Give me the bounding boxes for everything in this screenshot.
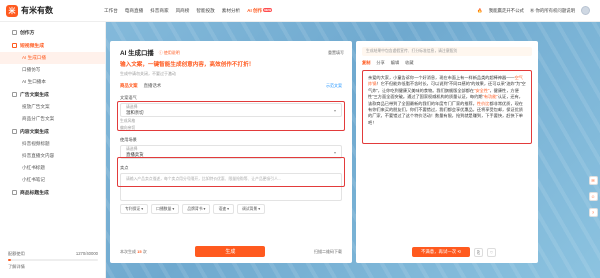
- sidebar-item-koubo-rewrite[interactable]: 口播仿写: [0, 64, 105, 76]
- qr-download-link[interactable]: 扫描二维码下载: [314, 249, 342, 255]
- top-link-formula[interactable]: 我能赢走开不公式: [489, 8, 524, 14]
- tag-brand[interactable]: 品牌背书 ▾: [182, 204, 211, 214]
- sidebar-group-creator[interactable]: 创作方: [0, 26, 105, 39]
- ad-icon: [12, 92, 17, 97]
- usage-guide-link[interactable]: ⓘ 使用说明: [159, 50, 180, 56]
- sidebar-group-label: 短视频生成: [20, 44, 44, 49]
- sidebar-item-ad-placement[interactable]: 投放广告文案: [0, 101, 105, 113]
- page-title: AI 生成口播: [120, 50, 154, 57]
- sidebar-item-ai-koubo[interactable]: AI 生成口播: [0, 52, 105, 64]
- favorite-action[interactable]: 收藏: [405, 60, 413, 66]
- sidebar-group-ad-copy[interactable]: 广告文案生成: [0, 88, 105, 101]
- help-icon[interactable]: ?: [588, 208, 598, 217]
- tab-product-copy[interactable]: 商品文案: [120, 83, 138, 89]
- home-icon: [12, 30, 17, 35]
- nav-item-douyin-merchant[interactable]: 抖音商家: [150, 8, 168, 14]
- script-text-segment: 亲爱的大家，小童告诉你一个好消息，现在市面上有一样新品类的超棒神器——: [368, 75, 515, 80]
- generation-count-label: 本次生成: [120, 248, 136, 254]
- service-icon[interactable]: ☺: [588, 192, 598, 201]
- quota-progress-fill: [8, 259, 11, 261]
- scene-highlight-outline: [117, 157, 345, 187]
- tag-speed[interactable]: 语速 ▾: [213, 204, 235, 214]
- reset-link[interactable]: 重置填写: [328, 50, 344, 56]
- sidebar-item-xhs-note[interactable]: 小红书笔记: [0, 174, 105, 186]
- top-link-help[interactable]: Ⓜ 你的所有权问题说明: [530, 8, 575, 14]
- message-icon[interactable]: ✉: [588, 176, 598, 185]
- sidebar: 创作方 短视频生成 AI 生成口播 口播仿写 AI 生口播本 广告文案生成 投放…: [0, 22, 106, 278]
- nav-item-ai-creation-label: AI 创作: [247, 7, 263, 13]
- new-badge: NEW: [263, 7, 273, 12]
- video-icon: [12, 43, 17, 48]
- document-icon: [12, 129, 17, 134]
- user-avatar[interactable]: [581, 6, 590, 15]
- nav-item-material-analysis[interactable]: 素材分析: [222, 8, 240, 14]
- generation-count: 本次生成 15 次: [120, 249, 147, 255]
- regenerate-button[interactable]: 不满意，再试一次 ⟲: [412, 247, 470, 257]
- info-icon: ⓘ: [158, 49, 163, 55]
- sidebar-group-label: 商品标题生成: [20, 191, 49, 196]
- sidebar-item-xhs-title[interactable]: 小红书标题: [0, 162, 105, 174]
- sidebar-item-douyin-live[interactable]: 抖音直播文内容: [0, 150, 105, 162]
- tab-live-script[interactable]: 直播话术: [144, 83, 162, 89]
- edit-action[interactable]: 编辑: [391, 60, 399, 66]
- generation-count-unit: 次: [142, 248, 147, 254]
- generated-script-text[interactable]: 亲爱的大家，小童告诉你一个好消息，现在市面上有一样新品类的超棒神器——空气炸锅！…: [362, 70, 532, 144]
- sidebar-item-product-ad[interactable]: 商品分广告文案: [0, 113, 105, 125]
- generation-count-value: 15: [137, 248, 142, 254]
- nav-item-workbench[interactable]: 工作台: [104, 8, 118, 14]
- app-name: 有米有数: [21, 6, 53, 15]
- result-footer: 不满意，再试一次 ⟲ ⎘ ♡: [362, 247, 532, 257]
- highlighted-keyword: 性价比: [476, 100, 490, 106]
- tag-background[interactable]: 调试背景 ▾: [237, 204, 266, 214]
- nav-item-ai-creation[interactable]: AI 创作 NEW: [247, 7, 273, 14]
- sample-copy-link[interactable]: 示范文案: [326, 83, 342, 89]
- hero-headline: 输入文案，一键智能生成创意内容，高效创作不打折！: [120, 62, 255, 68]
- sidebar-group-label: 广告文案生成: [20, 93, 49, 98]
- quota-progress: [8, 259, 98, 261]
- input-tabs: 商品文案 直播话术 示范文案: [120, 83, 342, 89]
- sidebar-group-label: 内容文案生成: [20, 130, 49, 135]
- nav-item-smart-ads[interactable]: 智能投放: [196, 8, 214, 14]
- tag-icon: [12, 190, 17, 195]
- result-panel: 生成结果中包含虚假宣传、打分标准信息，请注意甄别 复制 分享 编辑 收藏 亲爱的…: [356, 41, 538, 263]
- sidebar-group-label: 创作方: [20, 31, 35, 36]
- option-tags: 专利保证 ▾ 口播数量 ▾ 品牌背书 ▾ 语速 ▾ 调试背景 ▾: [120, 204, 342, 214]
- chevron-down-icon: ▾: [333, 150, 336, 155]
- top-navigation-bar: 米 有米有数 工作台 电商直播 抖音商家 风商榜 智能投放 素材分析 AI 创作…: [0, 0, 600, 22]
- copy-action[interactable]: 复制: [362, 60, 370, 66]
- right-rail: ✉ ☺ ?: [586, 176, 600, 217]
- app-logo[interactable]: 米 有米有数: [6, 4, 86, 17]
- share-action[interactable]: 分享: [376, 60, 384, 66]
- fire-icon: 🔥: [477, 7, 483, 13]
- result-notice: 生成结果中包含虚假宣传、打分标准信息，请注意甄别: [362, 47, 532, 56]
- usage-guide-label: 使用说明: [163, 49, 180, 55]
- quota-value: 1270/40000: [75, 251, 98, 256]
- generator-form-card: AI 生成口播 ⓘ 使用说明 重置填写 输入文案，一键智能生成创意内容，高效创作不…: [110, 41, 352, 263]
- quota-label: 配额使用: [8, 251, 25, 256]
- tag-patent[interactable]: 专利保证 ▾: [120, 204, 149, 214]
- copy-icon[interactable]: ⎘: [474, 247, 483, 257]
- heart-icon[interactable]: ♡: [487, 247, 496, 257]
- form-footer: 本次生成 15 次 生成 扫描二维码下载: [110, 246, 352, 257]
- result-actions: 复制 分享 编辑 收藏: [362, 60, 532, 66]
- sidebar-group-product-title[interactable]: 商品标题生成: [0, 186, 105, 199]
- sidebar-item-douyin-title[interactable]: 抖音视频标题: [0, 138, 105, 150]
- tone-highlight-outline: [117, 101, 345, 131]
- highlighted-keyword: “安全性”: [474, 87, 490, 93]
- generate-button[interactable]: 生成: [195, 246, 266, 257]
- highlighted-keyword: “有功能”: [482, 94, 498, 100]
- nav-item-ecommerce-live[interactable]: 电商直播: [125, 8, 143, 14]
- hero-subtitle: 生成中请勿关闭，不要过于激动: [120, 71, 176, 76]
- sidebar-item-ai-script[interactable]: AI 生口播本: [0, 76, 105, 88]
- main-nav: 工作台 电商直播 抖音商家 风商榜 智能投放 素材分析 AI 创作 NEW: [104, 7, 273, 14]
- tag-koubo-count[interactable]: 口播数量 ▾: [151, 204, 180, 214]
- quota-details-link[interactable]: 了解详情: [8, 264, 25, 270]
- scene-field-label: 使用场景: [120, 137, 137, 142]
- nav-item-rankings[interactable]: 风商榜: [176, 8, 190, 14]
- logo-mark-icon: 米: [6, 4, 18, 17]
- quota-panel: 配额使用 1270/40000 了解详情: [8, 251, 98, 270]
- sidebar-group-content-copy[interactable]: 内容文案生成: [0, 125, 105, 138]
- sidebar-group-short-video[interactable]: 短视频生成: [0, 39, 105, 52]
- top-right-actions: 🔥 我能赢走开不公式 Ⓜ 你的所有权问题说明: [477, 6, 590, 15]
